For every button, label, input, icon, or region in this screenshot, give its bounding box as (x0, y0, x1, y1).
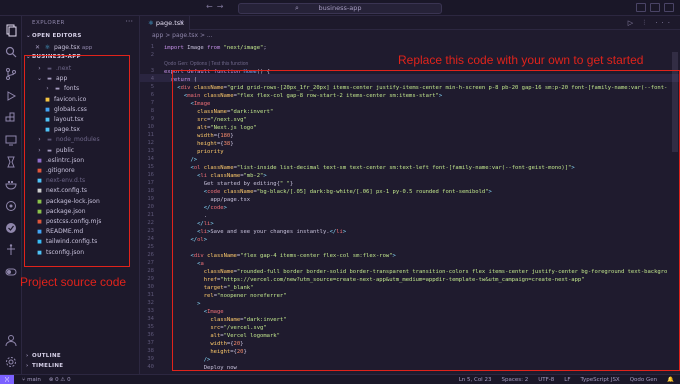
line-number: 30 (147, 284, 154, 290)
code-annotation-label: Replace this code with your own to get s… (398, 53, 644, 67)
toggle-sidebar-icon[interactable] (636, 3, 646, 12)
line-number: 7 (150, 100, 154, 106)
remote-indicator-icon[interactable]: ⟩⟨ (0, 375, 14, 384)
line-number: 4 (150, 76, 154, 82)
source-annotation-box (24, 55, 130, 267)
line-number: 6 (150, 92, 154, 98)
nav-arrows-icon[interactable]: ←→ (206, 2, 227, 11)
line-number: 31 (147, 292, 154, 298)
line-number: 32 (147, 300, 154, 306)
command-center-search[interactable]: ⌕ business-app (238, 3, 442, 14)
qodo-icon[interactable] (4, 198, 18, 212)
line-number: 3 (150, 68, 154, 74)
line-number: 39 (147, 356, 154, 362)
breadcrumb[interactable]: app > page.tsx > ... (140, 31, 680, 41)
line-number: 17 (147, 180, 154, 186)
open-editor-folder: app (81, 45, 93, 51)
line-number: 27 (147, 260, 154, 266)
line-number: 19 (147, 196, 154, 202)
search-icon[interactable] (4, 44, 18, 58)
line-number: 5 (150, 84, 154, 90)
line-number: 15 (147, 164, 154, 170)
source-annotation-label: Project source code (20, 275, 127, 289)
line-number: 38 (147, 348, 154, 354)
search-icon: ⌕ (295, 4, 299, 12)
accounts-tree-icon[interactable] (4, 242, 18, 256)
code-annotation-box (172, 70, 680, 371)
line-number: 2 (150, 52, 154, 58)
line-number: 40 (147, 364, 154, 370)
activity-bar (0, 16, 22, 374)
extensions-icon[interactable] (4, 110, 18, 124)
line-number: 8 (150, 108, 154, 114)
line-number: 25 (147, 244, 154, 250)
line-number: 13 (147, 148, 154, 154)
open-editor-item[interactable]: ✕ ⚛ page.tsx app (22, 43, 140, 52)
line-number: 12 (147, 140, 154, 146)
notifications-icon[interactable]: 🔔 (667, 375, 674, 384)
line-number: 24 (147, 236, 154, 242)
settings-gear-icon[interactable] (4, 354, 18, 368)
source-control-icon[interactable] (4, 66, 18, 80)
line-number: 18 (147, 188, 154, 194)
react-file-icon: ⚛ (148, 19, 154, 27)
problems-indicator[interactable]: ⊗ 0 ⚠ 0 (49, 375, 71, 384)
toggle-panel-icon[interactable] (650, 3, 660, 12)
line-number: 9 (150, 116, 154, 122)
explorer-icon[interactable] (4, 22, 18, 37)
workspace-name: business-app (318, 4, 362, 12)
code-line[interactable]: import Image from "next/image"; (164, 44, 680, 52)
more-actions-icon[interactable]: ··· (125, 17, 133, 26)
line-number: 20 (147, 204, 154, 210)
close-tab-icon[interactable]: ✕ (179, 16, 184, 30)
react-file-icon: ⚛ (44, 44, 51, 51)
title-bar: ←→ ⌕ business-app (0, 0, 680, 16)
line-number: 36 (147, 332, 154, 338)
indentation[interactable]: Spaces: 2 (501, 375, 528, 384)
line-number: 37 (147, 340, 154, 346)
timeline-section[interactable]: › TIMELINE (26, 363, 144, 369)
line-number: 29 (147, 276, 154, 282)
cursor-position[interactable]: Ln 5, Col 23 (459, 375, 492, 384)
branch-indicator[interactable]: ⑂ main (22, 375, 41, 384)
editor-tabs: ⚛ page.tsx ✕ ▷ ⫶ ··· (140, 16, 680, 30)
testing-icon[interactable] (4, 154, 18, 168)
line-number: 22 (147, 220, 154, 226)
end-of-line[interactable]: LF (564, 375, 570, 384)
line-number: 11 (147, 132, 154, 138)
toggle-icon[interactable] (4, 264, 18, 278)
line-number: 33 (147, 308, 154, 314)
line-number: 26 (147, 252, 154, 258)
remote-explorer-icon[interactable] (4, 132, 18, 146)
toggle-secondary-sidebar-icon[interactable] (664, 3, 674, 12)
check-icon[interactable] (4, 220, 18, 234)
line-number: 34 (147, 316, 154, 322)
close-icon[interactable]: ✕ (34, 43, 41, 52)
line-number: 10 (147, 124, 154, 130)
line-number: 35 (147, 324, 154, 330)
line-number: 23 (147, 228, 154, 234)
account-icon[interactable] (4, 332, 18, 347)
outline-section[interactable]: › OUTLINE (26, 353, 144, 359)
line-number: 28 (147, 268, 154, 274)
tab-page-tsx[interactable]: ⚛ page.tsx ✕ (140, 16, 190, 30)
status-bar: ⟩⟨ ⑂ main ⊗ 0 ⚠ 0 Ln 5, Col 23 Spaces: 2… (0, 374, 680, 384)
editor-actions[interactable]: ▷ ⫶ ··· (628, 19, 674, 28)
explorer-title: EXPLORER (32, 20, 65, 26)
line-number: 21 (147, 212, 154, 218)
language-mode[interactable]: TypeScript JSX (580, 375, 619, 384)
line-number: 16 (147, 172, 154, 178)
encoding[interactable]: UTF-8 (538, 375, 554, 384)
docker-icon[interactable] (4, 176, 18, 190)
run-debug-icon[interactable] (4, 88, 18, 102)
qodo-status[interactable]: Qodo Gen (630, 375, 657, 384)
line-number: 1 (150, 44, 154, 50)
line-number: 14 (147, 156, 154, 162)
layout-controls[interactable] (636, 3, 674, 12)
open-editors-section[interactable]: ⌄OPEN EDITORS (26, 33, 144, 39)
